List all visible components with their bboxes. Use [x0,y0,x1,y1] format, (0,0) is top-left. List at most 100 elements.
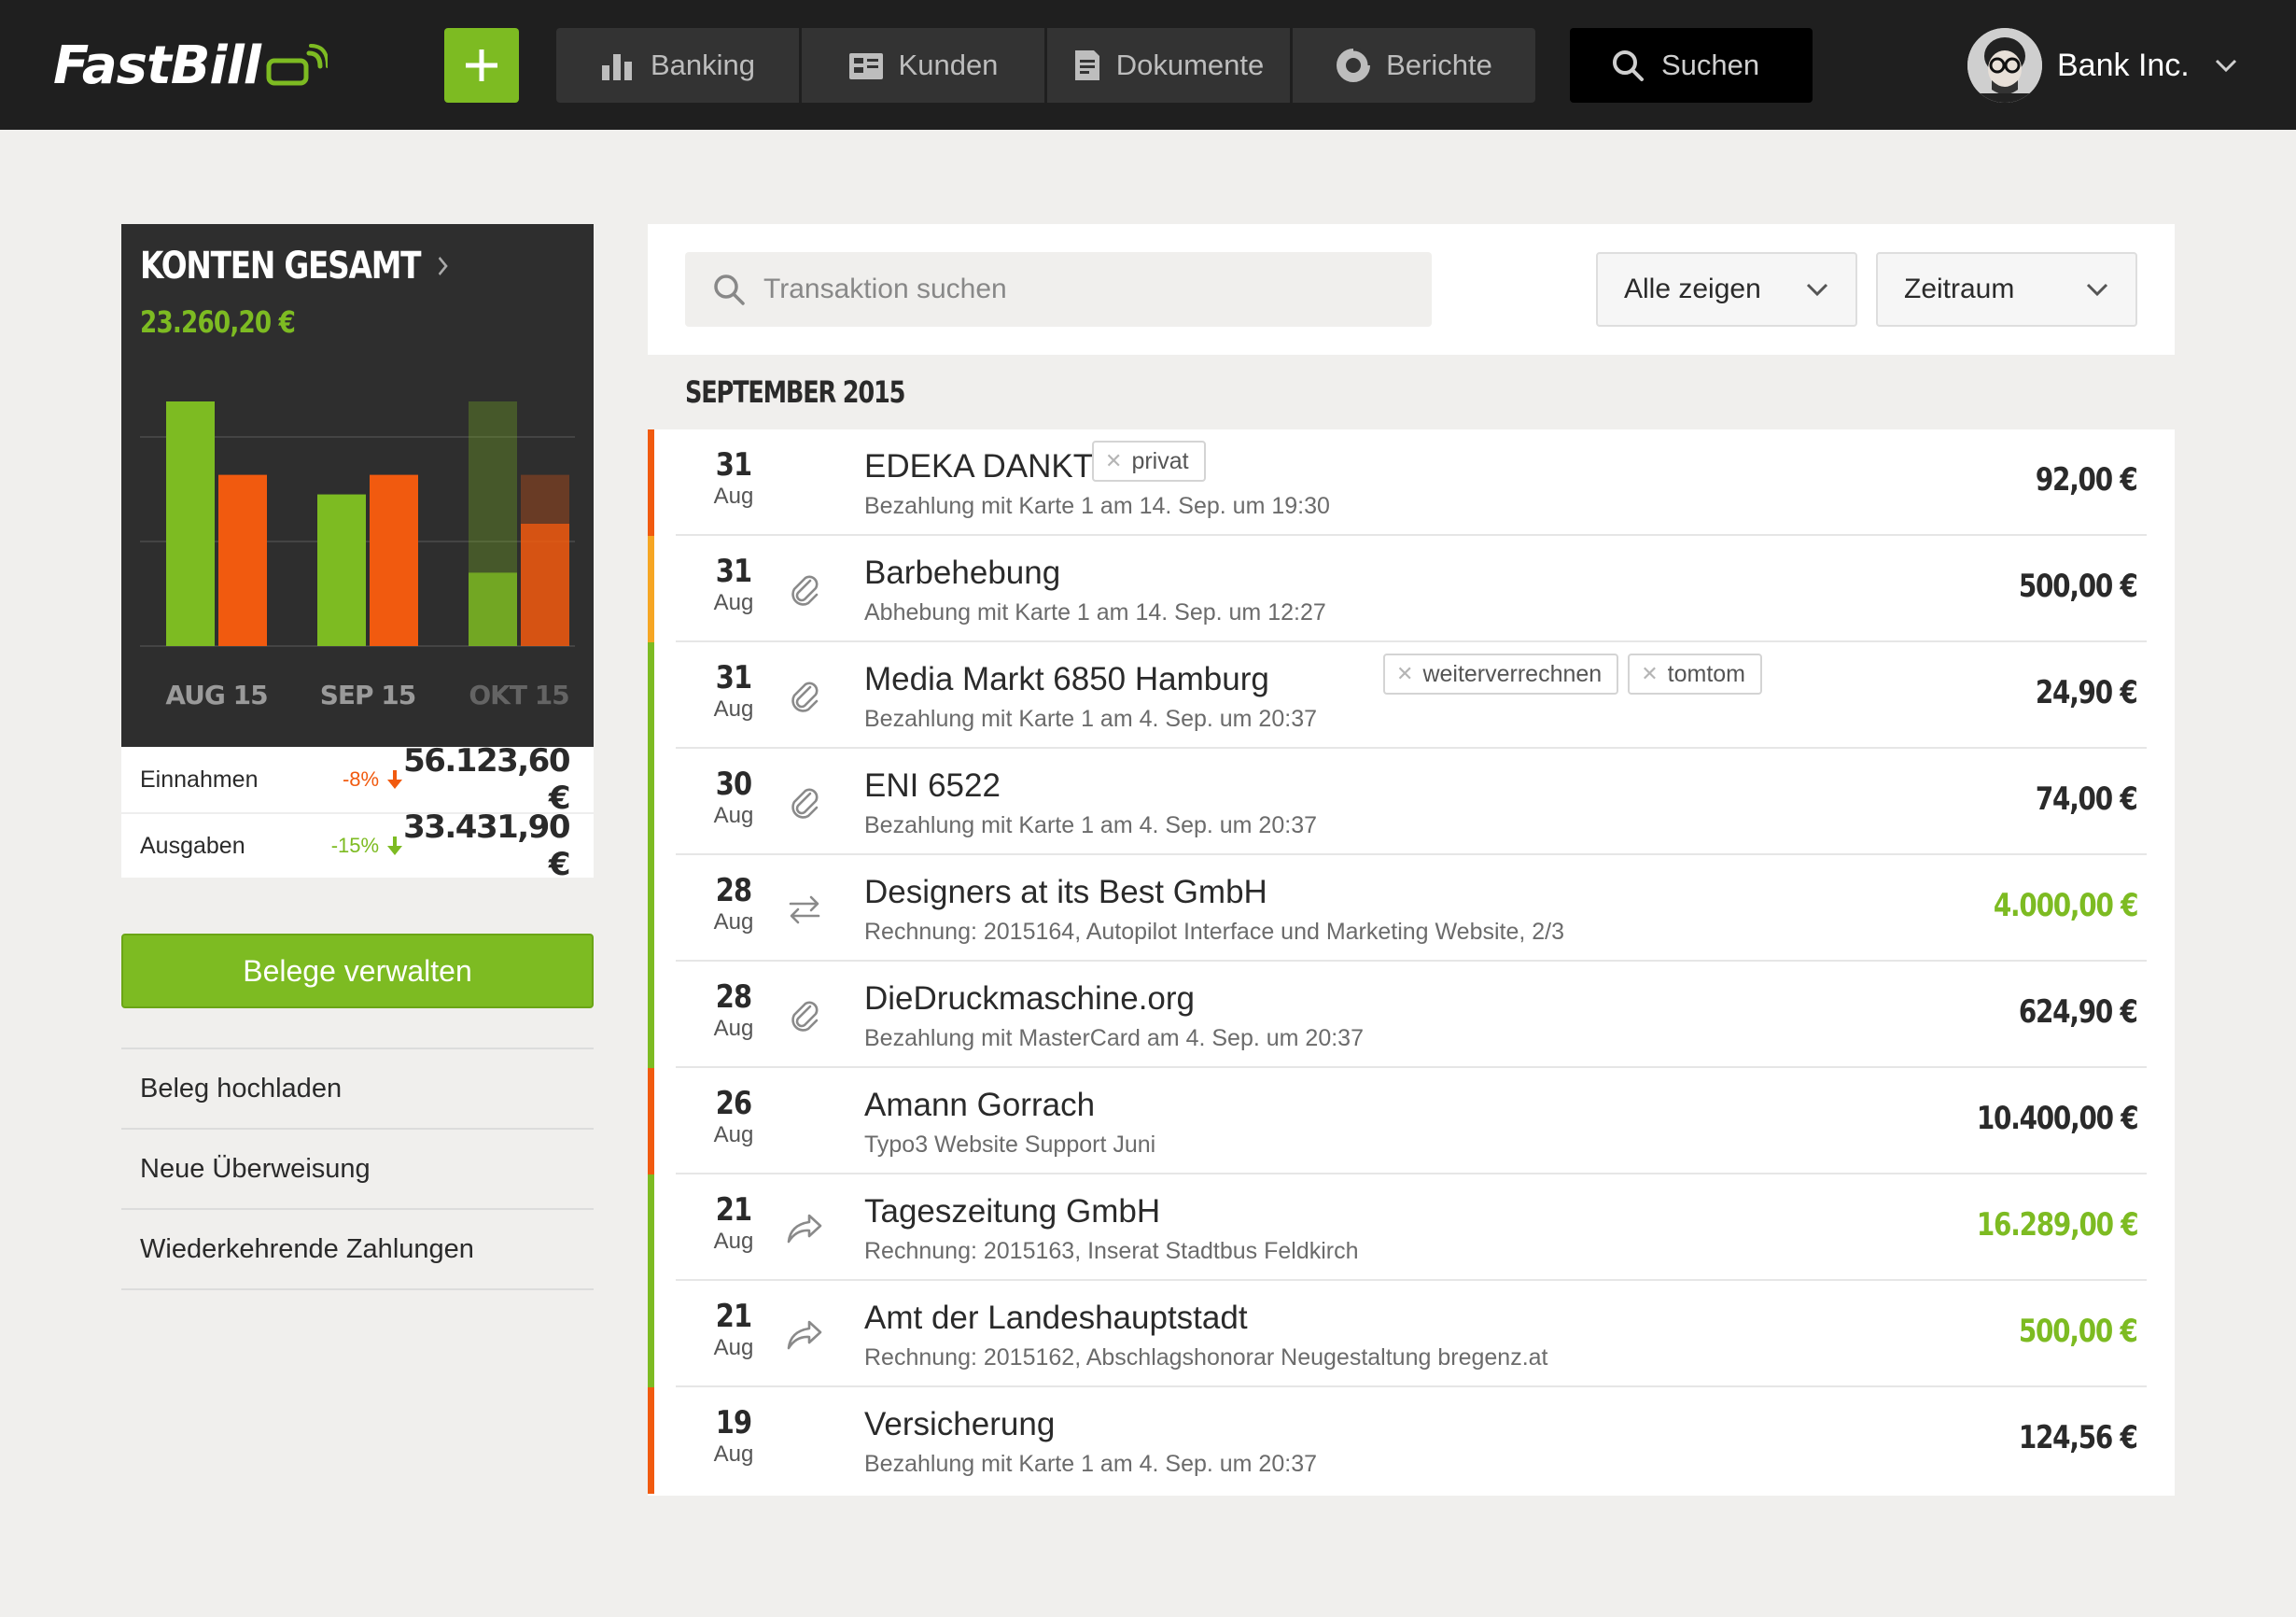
chevron-down-icon [1806,283,1828,297]
filter-show-value: Alle zeigen [1624,274,1761,304]
transaction-day: 31 [715,659,752,696]
transaction-search[interactable] [685,252,1432,327]
status-stripe [648,642,654,749]
status-stripe [648,1281,654,1387]
filter-period-value: Zeitraum [1904,274,2015,304]
transaction-row[interactable]: 28 Aug DieDruckmaschine.org Bezahlung mit M… [648,962,2175,1068]
search-label: Suchen [1661,49,1760,81]
transaction-month: Aug [713,484,754,509]
transaction-day: 19 [715,1404,752,1441]
transaction-month: Aug [713,909,754,935]
forward-icon[interactable] [784,1208,825,1249]
transaction-date: 31 Aug [696,553,771,616]
status-stripe [648,749,654,855]
nav-banking[interactable]: Banking [556,28,799,103]
chevron-down-icon [2086,283,2108,297]
stat-row-expenses: Ausgaben -15% 33.431,90 € [121,808,594,883]
tag-label: privat [1131,447,1189,474]
transaction-row[interactable]: 21 Aug Amt der Landeshauptstadt Rechnung: 2… [648,1281,2175,1387]
new-transfer-link[interactable]: Neue Überweisung [121,1130,594,1210]
transaction-subtitle: Abhebung mit Karte 1 am 14. Sep. um 12:2… [864,599,1326,626]
status-stripe [648,536,654,642]
accounts-total: 23.260,20 € [140,304,296,340]
transaction-amount: 124,56 € [2019,1419,2138,1456]
transaction-row[interactable]: 31 Aug Barbehebung Abhebung mit Karte 1 am … [648,536,2175,642]
transaction-row[interactable]: 31 Aug Media Markt 6850 Hamburg Bezahlung m… [648,642,2175,749]
nav-berichte[interactable]: Berichte [1293,28,1535,103]
stat-row-income: Einnahmen -8% 56.123,60 € [121,742,594,817]
status-stripe [648,429,654,536]
bar [317,494,366,646]
transaction-subtitle: Bezahlung mit Karte 1 am 4. Sep. um 20:3… [864,706,1317,732]
tag[interactable]: ✕ privat [1092,441,1206,482]
filter-period-select[interactable]: Zeitraum [1876,252,2137,327]
manage-receipts-button[interactable]: Belege verwalten [121,934,594,1008]
transaction-amount: 500,00 € [2019,568,2138,605]
transaction-subtitle: Bezahlung mit Karte 1 am 4. Sep. um 20:3… [864,812,1317,838]
transaction-row[interactable]: 26 Aug Amann Gorrach Typo3 Website Support … [648,1068,2175,1174]
remove-tag-icon[interactable]: ✕ [1396,662,1413,686]
chevron-right-icon [438,256,448,276]
search-icon [1613,50,1644,81]
donut-chart-icon [1337,48,1371,82]
remove-tag-icon[interactable]: ✕ [1105,449,1122,473]
forward-icon[interactable] [784,1315,825,1356]
transaction-amount: 4.000,00 € [1993,887,2139,924]
transaction-amount: 24,90 € [2036,674,2138,711]
transaction-date: 26 Aug [696,1085,771,1148]
avatar [1967,28,2042,103]
transaction-row[interactable]: 19 Aug Versicherung Bezahlung mit Karte 1 a… [648,1387,2175,1494]
transaction-month: Aug [713,696,754,722]
add-button[interactable] [444,28,519,103]
transaction-day: 21 [715,1298,752,1335]
transaction-day: 26 [715,1085,752,1122]
transaction-day: 31 [715,553,752,590]
nav-label: Banking [650,49,756,81]
transaction-month: Aug [713,1335,754,1360]
filter-show-select[interactable]: Alle zeigen [1596,252,1857,327]
tag-label: tomtom [1667,660,1745,687]
remove-tag-icon[interactable]: ✕ [1641,662,1658,686]
bar-chart-icon [601,54,632,80]
transaction-search-input[interactable] [763,274,1417,305]
transaction-amount: 16.289,00 € [1976,1206,2138,1244]
plus-icon [466,49,497,81]
status-stripe [648,962,654,1068]
user-avatar-icon [1967,28,2042,103]
transaction-amount: 10.400,00 € [1976,1100,2138,1137]
transaction-row[interactable]: 28 Aug Designers at its Best GmbH Rechnung:… [648,855,2175,962]
paperclip-icon[interactable] [784,782,825,823]
bar [370,474,418,646]
transaction-date: 21 Aug [696,1191,771,1255]
nav-dokumente[interactable]: Dokumente [1047,28,1290,103]
month-label: SEPTEMBER 2015 [685,374,905,410]
recurring-payments-link[interactable]: Wiederkehrende Zahlungen [121,1210,594,1290]
user-menu[interactable]: Bank Inc. [1967,28,2238,103]
paperclip-icon[interactable] [784,569,825,611]
transaction-day: 28 [715,872,752,909]
stat-value: 56.123,60 € [403,742,570,817]
status-stripe [648,1174,654,1281]
transaction-subtitle: Rechnung: 2015162, Abschlagshonorar Neug… [864,1344,1548,1371]
transaction-month: Aug [713,590,754,615]
upload-receipt-link[interactable]: Beleg hochladen [121,1049,594,1130]
nav-label: Kunden [898,49,999,81]
fastbill-logo[interactable]: FastBill [53,28,328,103]
accounts-card[interactable]: KONTEN GESAMT 23.260,20 € AUG 15 SEP 15 OK… [121,224,594,747]
user-name: Bank Inc. [2057,47,2190,83]
paperclip-icon[interactable] [784,676,825,717]
recurring-icon[interactable] [784,889,825,930]
transaction-day: 28 [715,978,752,1016]
tag[interactable]: ✕ tomtom [1628,654,1762,695]
transaction-amount: 500,00 € [2019,1313,2138,1350]
transaction-row[interactable]: 21 Aug Tageszeitung GmbH Rechnung: 2015163,… [648,1174,2175,1281]
paperclip-icon[interactable] [784,995,825,1036]
transaction-row[interactable]: 31 Aug EDEKA DANKT Bezahlung mit Karte 1 am… [648,429,2175,536]
transaction-month: Aug [713,1441,754,1467]
global-search-button[interactable]: Suchen [1570,28,1813,103]
transaction-day: 31 [715,446,752,484]
transaction-date: 28 Aug [696,872,771,935]
nav-kunden[interactable]: Kunden [802,28,1044,103]
tag[interactable]: ✕ weiterverrechnen [1383,654,1619,695]
transaction-row[interactable]: 30 Aug ENI 6522 Bezahlung mit Karte 1 am 4.… [648,749,2175,855]
